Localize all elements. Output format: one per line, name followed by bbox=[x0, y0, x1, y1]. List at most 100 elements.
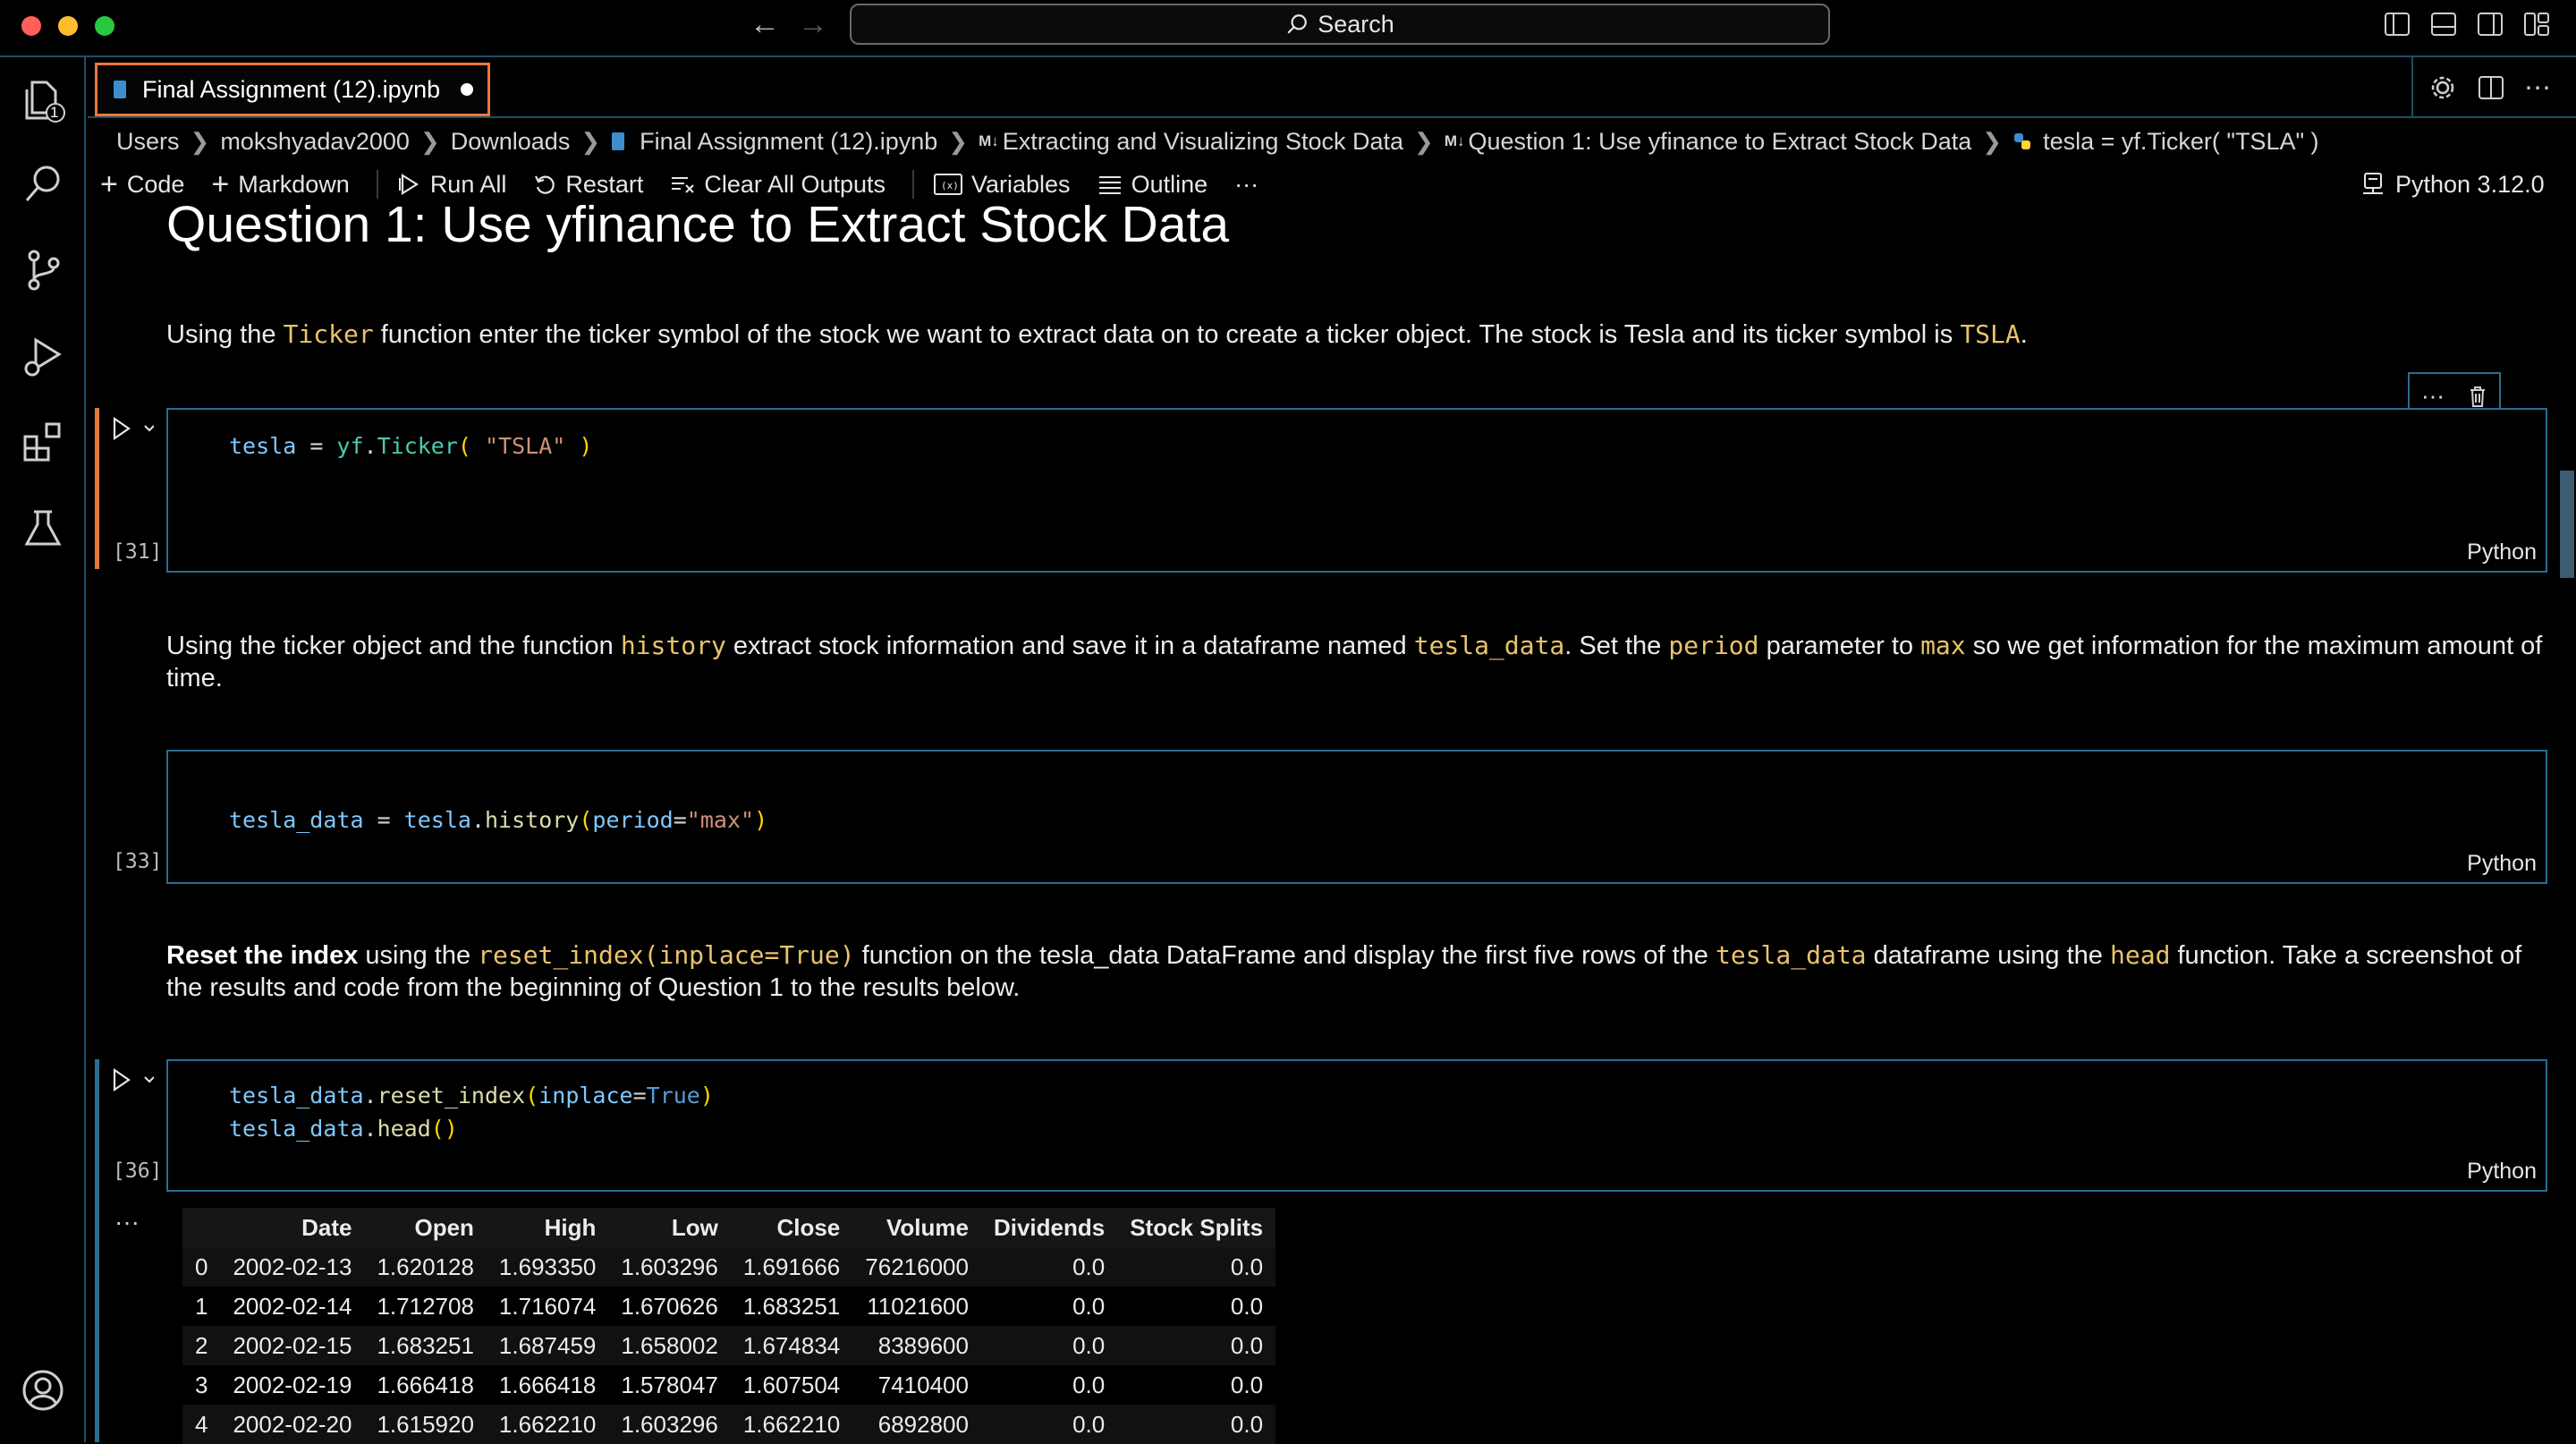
inline-code: history bbox=[620, 631, 726, 660]
inline-code: head bbox=[2110, 940, 2171, 970]
breadcrumb-item[interactable]: Final Assignment (12).ipynb bbox=[640, 128, 937, 156]
table-cell: 0.0 bbox=[1072, 1292, 1106, 1320]
toggle-secondary-sidebar-icon[interactable] bbox=[2478, 13, 2503, 36]
run-all-icon bbox=[398, 174, 419, 195]
inline-code: tesla_data bbox=[1413, 631, 1565, 660]
table-cell: 0.0 bbox=[1117, 1405, 1276, 1444]
markdown-paragraph-3: Reset the index using the reset_index(in… bbox=[166, 939, 2563, 1004]
restart-icon bbox=[535, 175, 555, 194]
outline-label: Outline bbox=[1131, 170, 1208, 198]
kernel-picker[interactable]: Python 3.12.0 bbox=[2361, 165, 2545, 204]
run-cell-icon[interactable] bbox=[111, 1066, 154, 1093]
column-header: Open bbox=[364, 1208, 487, 1247]
table-cell: 1.670626 bbox=[621, 1292, 718, 1320]
chevron-right-icon: ❯ bbox=[580, 127, 601, 155]
table-row: 4 2002-02-20 1.615920 1.662210 1.603296 1.662… bbox=[182, 1405, 1276, 1444]
token: history bbox=[485, 807, 580, 833]
table-cell: 2002-02-15 bbox=[220, 1326, 365, 1365]
testing-icon[interactable] bbox=[20, 505, 66, 551]
clear-all-outputs-button[interactable]: Clear All Outputs bbox=[670, 171, 886, 199]
add-code-label: Code bbox=[126, 170, 185, 198]
clear-all-outputs-label: Clear All Outputs bbox=[704, 170, 886, 198]
cell-language[interactable]: Python bbox=[2467, 539, 2537, 565]
minimize-window-button[interactable] bbox=[58, 16, 78, 36]
breadcrumb-item[interactable]: Question 1: Use yfinance to Extract Stoc… bbox=[1468, 128, 1971, 156]
table-cell: 0.0 bbox=[980, 1247, 1118, 1287]
customize-layout-icon[interactable] bbox=[2524, 13, 2549, 36]
run-all-button[interactable]: Run All bbox=[398, 170, 507, 199]
account-icon[interactable] bbox=[20, 1367, 66, 1414]
outline-button[interactable]: Outline bbox=[1097, 171, 1208, 199]
cell-more-icon[interactable]: ⋯ bbox=[2421, 383, 2445, 411]
table-cell: 0.0 bbox=[1117, 1247, 1276, 1287]
unsaved-dot-icon[interactable] bbox=[461, 83, 473, 96]
table-row: 3 2002-02-19 1.666418 1.666418 1.578047 1.607… bbox=[182, 1365, 1275, 1405]
run-all-label: Run All bbox=[429, 170, 507, 198]
table-cell: 2002-02-14 bbox=[233, 1292, 352, 1320]
column-header: Stock Splits bbox=[1117, 1208, 1276, 1247]
variables-button[interactable]: (x) Variables bbox=[934, 171, 1071, 199]
toggle-panel-icon[interactable] bbox=[2431, 13, 2456, 36]
breadcrumb-item[interactable]: Downloads bbox=[451, 128, 571, 156]
search-icon[interactable] bbox=[20, 161, 66, 208]
toggle-primary-sidebar-icon[interactable] bbox=[2385, 13, 2410, 36]
table-cell: 1.666418 bbox=[498, 1371, 597, 1398]
code-cell-reset-index[interactable]: tesla_data.reset_index(inplace=True) tes… bbox=[166, 1059, 2547, 1192]
arrow-left-icon[interactable]: ← bbox=[750, 7, 780, 42]
token: ( bbox=[525, 1083, 539, 1108]
text: . bbox=[2020, 320, 2028, 349]
run-debug-icon[interactable] bbox=[20, 333, 66, 379]
extensions-icon[interactable] bbox=[20, 419, 66, 465]
source-control-icon[interactable] bbox=[20, 247, 66, 293]
token: . bbox=[470, 807, 485, 833]
code-line[interactable]: tesla_data = tesla.history(period="max") bbox=[229, 803, 767, 837]
maximize-window-button[interactable] bbox=[95, 16, 114, 36]
table-cell: 1.615920 bbox=[364, 1405, 487, 1444]
table-cell: 11021600 bbox=[867, 1292, 969, 1320]
clear-all-icon bbox=[672, 177, 695, 193]
delete-cell-icon[interactable] bbox=[2468, 385, 2487, 408]
code-cell-ticker[interactable]: tesla = yf.Ticker( "TSLA" ) Python bbox=[166, 408, 2547, 573]
breadcrumb-item[interactable]: Users bbox=[116, 128, 180, 156]
breadcrumb-item[interactable]: Extracting and Visualizing Stock Data bbox=[1003, 128, 1403, 156]
table-cell: 1.603296 bbox=[608, 1405, 731, 1444]
token: reset_index bbox=[377, 1083, 526, 1108]
code-line[interactable]: tesla_data.head() bbox=[229, 1112, 458, 1145]
inline-code: tesla_data bbox=[1715, 940, 1867, 970]
explorer-icon[interactable] bbox=[20, 77, 66, 123]
run-cell-icon[interactable] bbox=[111, 415, 154, 442]
restart-button[interactable]: Restart bbox=[533, 171, 643, 199]
token: "TSLA" bbox=[485, 433, 566, 459]
explorer-badge: 1 bbox=[50, 104, 59, 121]
command-center-search[interactable]: Search bbox=[850, 4, 1830, 45]
markdown-icon: M↓ bbox=[979, 132, 999, 149]
arrow-right-icon[interactable]: → bbox=[798, 7, 828, 42]
row-index: 4 bbox=[182, 1405, 221, 1444]
row-index: 0 bbox=[182, 1247, 221, 1287]
code-line[interactable]: tesla = yf.Ticker( "TSLA" ) bbox=[229, 429, 592, 463]
more-toolbar-actions-button[interactable]: ··· bbox=[1234, 171, 1258, 199]
table-header-row: Date Open High Low Close Volume Dividend… bbox=[182, 1208, 1276, 1247]
token: = bbox=[673, 807, 687, 833]
python-icon bbox=[2014, 133, 2031, 149]
cell-language[interactable]: Python bbox=[2467, 1159, 2537, 1185]
scrollbar-thumb[interactable] bbox=[2560, 471, 2574, 578]
breadcrumb-item[interactable]: tesla = yf.Ticker( "TSLA" ) bbox=[2043, 128, 2318, 156]
code-line[interactable]: tesla_data.reset_index(inplace=True) bbox=[229, 1079, 714, 1112]
table-row: 2 2002-02-15 1.683251 1.687459 1.658002 1.674… bbox=[182, 1326, 1276, 1365]
table-cell: 1.578047 bbox=[621, 1371, 718, 1398]
row-index: 3 bbox=[195, 1371, 208, 1398]
cell-language[interactable]: Python bbox=[2467, 851, 2537, 877]
output-more-icon[interactable]: ··· bbox=[114, 1208, 140, 1236]
close-window-button[interactable] bbox=[21, 16, 41, 36]
more-actions-icon[interactable]: ⋯ bbox=[2508, 57, 2567, 118]
more-icon: ··· bbox=[1234, 170, 1259, 198]
code-cell-history[interactable]: tesla_data = tesla.history(period="max")… bbox=[166, 750, 2547, 884]
breadcrumb-item[interactable]: mokshyadav2000 bbox=[220, 128, 410, 156]
token: ) bbox=[754, 807, 768, 833]
tab-final-assignment[interactable]: Final Assignment (12).ipynb bbox=[95, 63, 490, 116]
plus-icon: + bbox=[100, 166, 118, 201]
token: ( bbox=[579, 807, 593, 833]
table-cell: 7410400 bbox=[877, 1371, 969, 1398]
token: () bbox=[430, 1116, 458, 1142]
